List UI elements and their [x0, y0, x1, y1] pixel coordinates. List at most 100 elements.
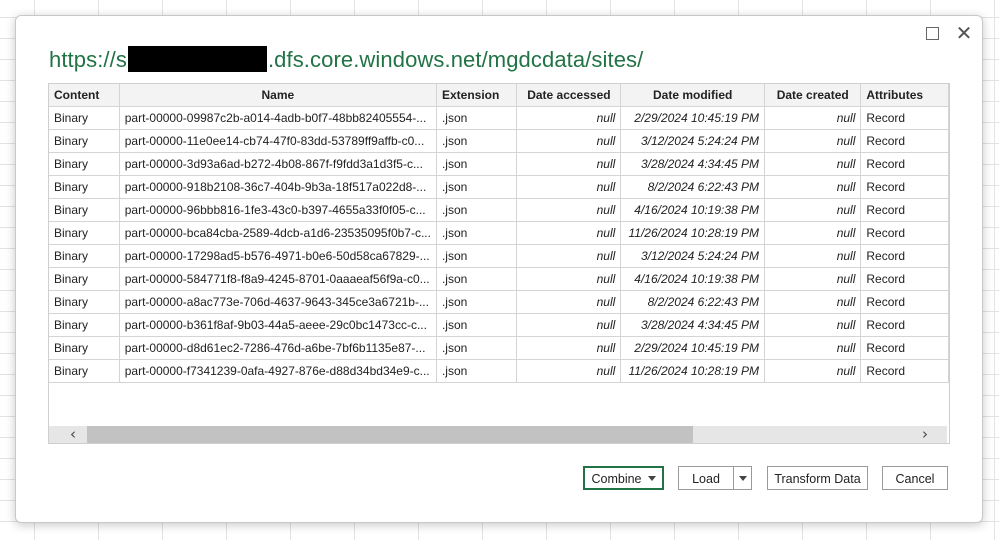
table-cell: null	[516, 359, 622, 383]
table-row[interactable]: Binary part-00000-b361f8af-9b03-44a5-aeee…	[49, 313, 949, 337]
table-cell: 2/29/2024 10:45:19 PM	[620, 106, 766, 130]
table-cell[interactable]: Binary	[49, 106, 120, 130]
table-cell[interactable]: Binary	[49, 244, 120, 268]
table-cell[interactable]: Record	[860, 359, 949, 383]
maximize-icon[interactable]	[921, 22, 943, 44]
table-row[interactable]: Binary part-00000-3d93a6ad-b272-4b08-867f…	[49, 152, 949, 176]
scroll-right-icon[interactable]: ›	[915, 426, 935, 443]
table-cell[interactable]: Record	[860, 313, 949, 337]
table-cell: null	[516, 313, 622, 337]
table-row[interactable]: Binary part-00000-11e0ee14-cb74-47f0-83dd…	[49, 129, 949, 153]
table-cell: null	[764, 106, 862, 130]
table-cell: null	[764, 175, 862, 199]
table-cell[interactable]: Record	[860, 244, 949, 268]
table-cell: null	[516, 198, 622, 222]
table-row[interactable]: Binary part-00000-17298ad5-b576-4971-b0e6…	[49, 244, 949, 268]
table-cell: null	[764, 290, 862, 314]
combine-button[interactable]: Combine	[583, 466, 664, 490]
table-cell[interactable]: Record	[860, 221, 949, 245]
table-cell[interactable]: Binary	[49, 129, 120, 153]
cancel-label: Cancel	[895, 472, 935, 486]
table-cell[interactable]: Binary	[49, 175, 120, 199]
table-cell[interactable]: Binary	[49, 290, 120, 314]
table-cell: null	[516, 267, 622, 291]
navigator-dialog: ✕ https://s .dfs.core.windows.net/mgdcdat…	[15, 15, 983, 523]
table-row[interactable]: Binary part-00000-a8ac773e-706d-4637-9643…	[49, 290, 949, 314]
scrollbar-thumb[interactable]	[87, 426, 693, 443]
table-cell: part-00000-f7341239-0afa-4927-876e-d88d3…	[119, 359, 437, 383]
table-cell[interactable]: Record	[860, 290, 949, 314]
table-cell: null	[764, 198, 862, 222]
table-cell: .json	[436, 175, 518, 199]
table-cell[interactable]: Record	[860, 106, 949, 130]
close-icon[interactable]: ✕	[953, 22, 975, 44]
url-prefix: https://s	[49, 47, 127, 72]
cancel-button[interactable]: Cancel	[882, 466, 948, 490]
table-cell: 3/12/2024 5:24:24 PM	[620, 244, 766, 268]
table-cell: null	[516, 221, 622, 245]
table-cell: null	[516, 106, 622, 130]
table-cell[interactable]: Record	[860, 129, 949, 153]
transform-data-button[interactable]: Transform Data	[767, 466, 868, 490]
table-row[interactable]: Binary part-00000-09987c2b-a014-4adb-b0f7…	[49, 106, 949, 130]
table-row[interactable]: Binary part-00000-bca84cba-2589-4dcb-a1d6…	[49, 221, 949, 245]
table-cell: 4/16/2024 10:19:38 PM	[620, 267, 766, 291]
table-cell[interactable]: Record	[860, 336, 949, 360]
table-cell: null	[516, 336, 622, 360]
load-button[interactable]: Load	[678, 466, 734, 490]
table-cell: 3/12/2024 5:24:24 PM	[620, 129, 766, 153]
column-header[interactable]: Name	[119, 84, 437, 107]
table-cell: part-00000-09987c2b-a014-4adb-b0f7-48bb8…	[119, 106, 437, 130]
table-cell[interactable]: Binary	[49, 359, 120, 383]
table-cell[interactable]: Binary	[49, 198, 120, 222]
table-cell[interactable]: Record	[860, 152, 949, 176]
table-cell[interactable]: Record	[860, 267, 949, 291]
table-cell: null	[516, 129, 622, 153]
table-cell[interactable]: Binary	[49, 221, 120, 245]
column-header[interactable]: Date accessed	[516, 84, 622, 107]
column-header[interactable]: Content	[49, 84, 120, 107]
table-cell: null	[516, 152, 622, 176]
table-row[interactable]: Binary part-00000-96bbb816-1fe3-43c0-b397…	[49, 198, 949, 222]
table-cell[interactable]: Binary	[49, 313, 120, 337]
combine-label: Combine	[591, 472, 642, 486]
table-cell[interactable]: Binary	[49, 152, 120, 176]
load-label: Load	[692, 472, 720, 486]
transform-label: Transform Data	[774, 472, 861, 486]
table-cell: null	[764, 267, 862, 291]
table-cell: part-00000-a8ac773e-706d-4637-9643-345ce…	[119, 290, 437, 314]
table-cell: part-00000-17298ad5-b576-4971-b0e6-50d58…	[119, 244, 437, 268]
scroll-left-icon[interactable]: ‹	[63, 426, 83, 443]
table-cell: null	[764, 359, 862, 383]
table-cell: null	[516, 290, 622, 314]
column-header[interactable]: Attributes	[860, 84, 949, 107]
column-header[interactable]: Date created	[764, 84, 862, 107]
table-cell: .json	[436, 106, 518, 130]
table-cell: .json	[436, 244, 518, 268]
column-header[interactable]: Date modified	[620, 84, 766, 107]
table-cell[interactable]: Binary	[49, 267, 120, 291]
table-row[interactable]: Binary part-00000-918b2108-36c7-404b-9b3a…	[49, 175, 949, 199]
table-row[interactable]: Binary part-00000-f7341239-0afa-4927-876e…	[49, 359, 949, 383]
table-cell[interactable]: Record	[860, 198, 949, 222]
table-cell: part-00000-bca84cba-2589-4dcb-a1d6-23535…	[119, 221, 437, 245]
table-cell: null	[764, 221, 862, 245]
table-cell: null	[764, 336, 862, 360]
table-cell: .json	[436, 313, 518, 337]
table-cell[interactable]: Record	[860, 175, 949, 199]
header-row: Content Name Extension Date accessed Date mo…	[49, 84, 949, 107]
horizontal-scrollbar[interactable]: ‹ ›	[49, 426, 947, 443]
table-cell[interactable]: Binary	[49, 336, 120, 360]
table-cell: 4/16/2024 10:19:38 PM	[620, 198, 766, 222]
table-cell: 11/26/2024 10:28:19 PM	[620, 221, 766, 245]
table-row[interactable]: Binary part-00000-d8d61ec2-7286-476d-a6be…	[49, 336, 949, 360]
table-row[interactable]: Binary part-00000-584771f8-f8a9-4245-8701…	[49, 267, 949, 291]
table-cell: .json	[436, 267, 518, 291]
table-cell: null	[764, 152, 862, 176]
column-header[interactable]: Extension	[436, 84, 518, 107]
table-cell: .json	[436, 198, 518, 222]
table-cell: part-00000-3d93a6ad-b272-4b08-867f-f9fdd…	[119, 152, 437, 176]
table-cell: .json	[436, 336, 518, 360]
load-dropdown-button[interactable]	[733, 466, 752, 490]
url-suffix: .dfs.core.windows.net/mgdcdata/sites/	[267, 47, 644, 72]
